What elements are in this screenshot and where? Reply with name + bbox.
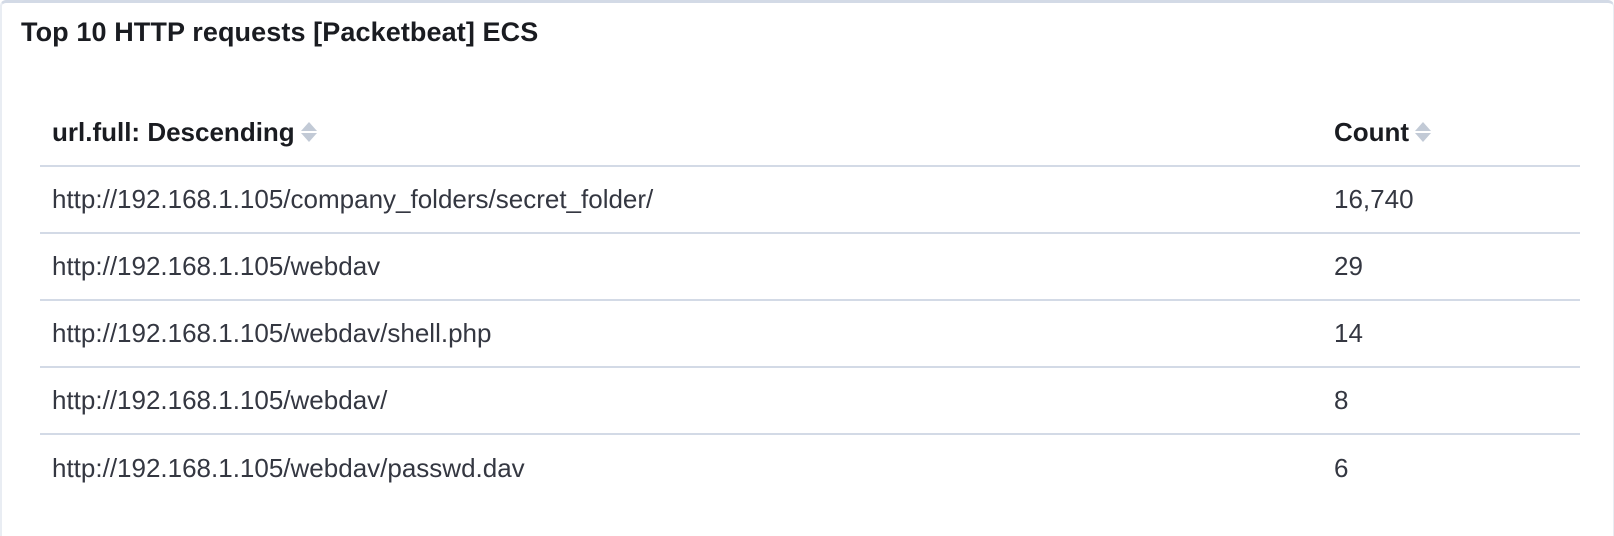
sort-icon[interactable]: [300, 120, 317, 144]
column-header-count-label: Count: [1334, 116, 1410, 147]
url-cell[interactable]: http://192.168.1.105/webdav/passwd.dav: [40, 453, 1334, 484]
sort-icon[interactable]: [1415, 120, 1432, 144]
count-cell: 6: [1334, 453, 1349, 483]
visualization-panel: Top 10 HTTP requests [Packetbeat] ECS ur…: [0, 0, 1614, 536]
count-cell: 14: [1334, 318, 1363, 348]
url-cell[interactable]: http://192.168.1.105/webdav/: [40, 385, 1334, 416]
table-row: http://192.168.1.105/webdav/ 8: [40, 368, 1580, 435]
url-cell[interactable]: http://192.168.1.105/webdav: [40, 251, 1334, 282]
column-header-count[interactable]: Count: [1334, 117, 1580, 148]
count-cell: 16,740: [1334, 184, 1414, 214]
url-cell[interactable]: http://192.168.1.105/company_folders/sec…: [40, 184, 1334, 215]
count-cell: 8: [1334, 385, 1349, 415]
column-header-url[interactable]: url.full: Descending: [40, 117, 1334, 148]
table-row: http://192.168.1.105/webdav/shell.php 14: [40, 301, 1580, 368]
table-row: http://192.168.1.105/company_folders/sec…: [40, 167, 1580, 234]
table-header-row: url.full: Descending Count: [40, 99, 1580, 167]
count-cell: 29: [1334, 251, 1363, 281]
column-header-url-label: url.full: Descending: [52, 116, 295, 147]
table-row: http://192.168.1.105/webdav 29: [40, 234, 1580, 301]
panel-title: Top 10 HTTP requests [Packetbeat] ECS: [21, 17, 539, 47]
table-row: http://192.168.1.105/webdav/passwd.dav 6: [40, 435, 1580, 502]
data-table: url.full: Descending Count http://192.16…: [40, 99, 1580, 502]
url-cell[interactable]: http://192.168.1.105/webdav/shell.php: [40, 318, 1334, 349]
